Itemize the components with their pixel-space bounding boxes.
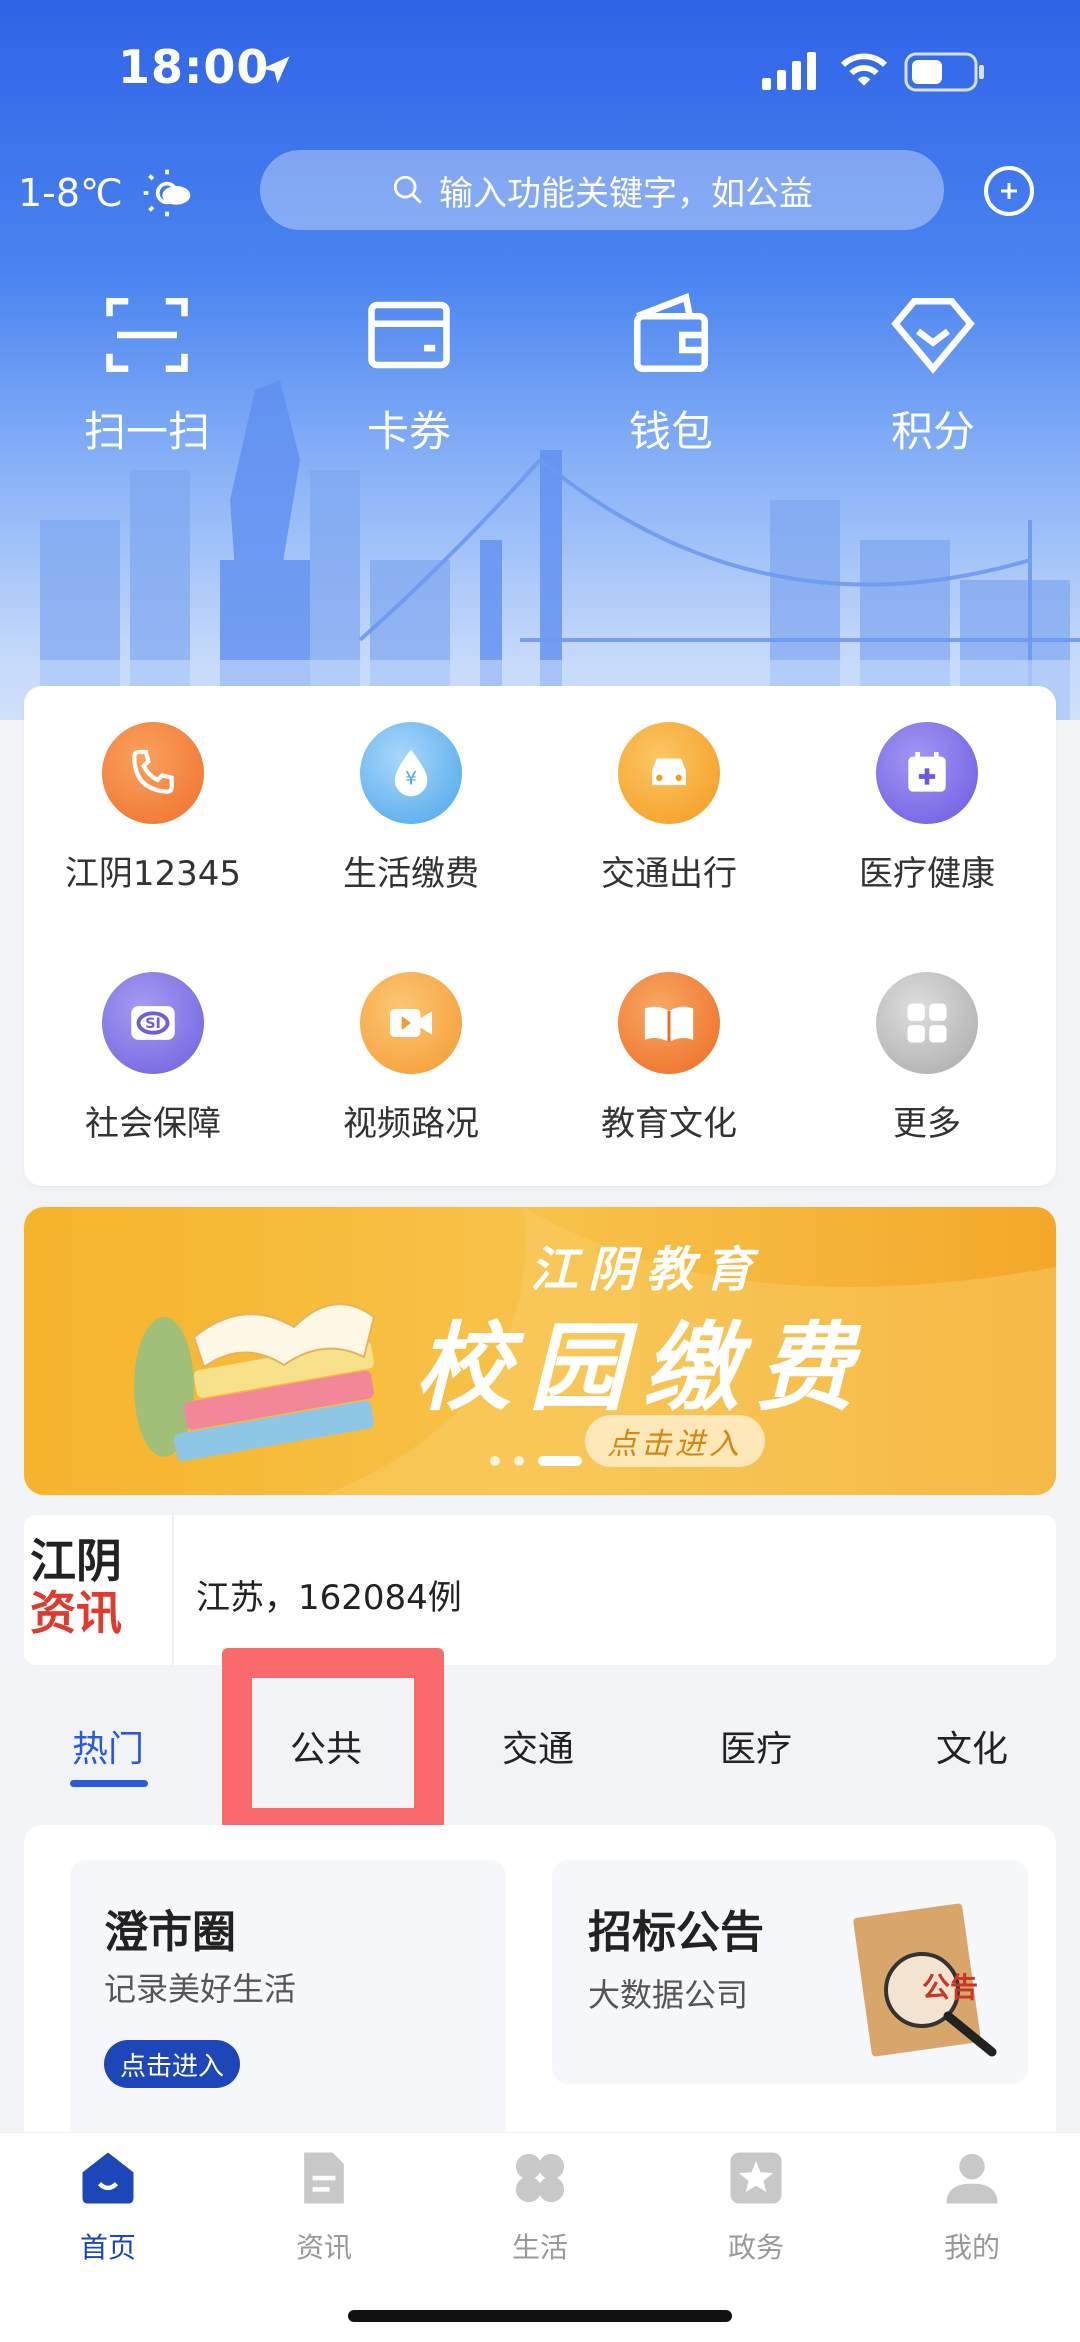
feature-card-chengshiquan[interactable]: 澄市圈 记录美好生活 (70, 1860, 506, 2160)
phone-icon (102, 722, 204, 824)
video-icon (360, 972, 462, 1074)
quick-card[interactable]: 卡券 (309, 290, 509, 459)
tab-active-indicator (70, 1780, 148, 1787)
news-headline[interactable]: 江苏，162084例 (196, 1570, 462, 1619)
book-icon (618, 972, 720, 1074)
wifi-icon (840, 53, 888, 86)
nav-life[interactable]: 生活 (432, 2140, 648, 2266)
scan-icon (106, 297, 188, 373)
notice-stamp-text: 公告 (922, 1971, 979, 2004)
highlight-box (222, 1648, 444, 1838)
star-badge-icon (730, 2152, 782, 2204)
service-label: 教育文化 (601, 1104, 737, 1144)
location-arrow-icon (262, 56, 290, 84)
document-icon (304, 2152, 344, 2204)
plus-icon (1001, 183, 1017, 199)
tab-hot[interactable]: 热门 (72, 1720, 144, 1772)
banner-title: 校园缴费 (415, 1312, 871, 1424)
tab-culture[interactable]: 文化 (936, 1720, 1008, 1772)
service-more[interactable]: 更多 (798, 936, 1056, 1186)
grid-icon (876, 972, 978, 1074)
feature-enter-button[interactable]: 点击进入 (104, 2040, 240, 2088)
feature-subtitle: 大数据公司 (588, 1976, 749, 2014)
nav-label: 生活 (511, 2231, 568, 2264)
water-drop-icon: ¥ (360, 722, 462, 824)
service-label: 社会保障 (85, 1104, 221, 1144)
service-label: 更多 (893, 1104, 961, 1144)
nav-mine[interactable]: 我的 (864, 2140, 1080, 2266)
service-medical[interactable]: 医疗健康 (798, 686, 1056, 936)
category-tabs: 热门 公共 交通 医疗 文化 (0, 1700, 1080, 1790)
feature-title: 澄市圈 (104, 1907, 236, 1958)
feature-title: 招标公告 (588, 1907, 764, 1958)
weather[interactable]: 1-8℃ (18, 165, 195, 221)
service-traffic[interactable]: 交通出行 (540, 686, 798, 936)
news-logo-line1: 江阴 (30, 1534, 122, 1588)
news-logo-line2: 资讯 (30, 1586, 122, 1640)
svg-text:¥: ¥ (405, 769, 417, 790)
service-label: 视频路况 (343, 1104, 479, 1144)
service-12345[interactable]: 江阴12345 (24, 686, 282, 936)
service-label: 医疗健康 (859, 854, 995, 894)
nav-label: 我的 (943, 2231, 1000, 2264)
signal-icon (762, 52, 816, 90)
page-dot (514, 1456, 524, 1466)
news-logo: 江阴 资讯 (30, 1535, 150, 1645)
feature-subtitle: 记录美好生活 (104, 1970, 297, 2008)
banner-enter-button[interactable]: 点击进入 (585, 1415, 765, 1467)
calendar-plus-icon (876, 722, 978, 824)
nav-home[interactable]: 首页 (0, 2140, 216, 2266)
quick-points[interactable]: 积分 (833, 290, 1033, 459)
nav-news[interactable]: 资讯 (216, 2140, 432, 2266)
quick-points-label: 积分 (890, 407, 975, 456)
battery-icon (904, 52, 984, 92)
search-input[interactable]: 输入功能关键字，如公益 (260, 150, 944, 230)
news-ticker[interactable] (24, 1515, 1056, 1665)
nav-label: 政务 (727, 2231, 784, 2264)
add-button[interactable] (984, 166, 1034, 216)
quick-card-label: 卡券 (366, 407, 451, 456)
feature-card-tender-notice[interactable]: 招标公告 大数据公司 公告 (552, 1860, 1028, 2084)
nav-government[interactable]: 政务 (648, 2140, 864, 2266)
tab-traffic[interactable]: 交通 (502, 1720, 574, 1772)
page-dot-active (538, 1456, 582, 1466)
quick-scan[interactable]: 扫一扫 (47, 290, 247, 459)
social-security-icon: SI (102, 972, 204, 1074)
sun-cloud-icon (143, 169, 191, 217)
status-time: 18:00 (118, 40, 270, 94)
weather-temp: 1-8℃ (18, 171, 123, 215)
wallet-icon (633, 293, 709, 373)
service-label: 交通出行 (601, 854, 737, 894)
user-icon (946, 2153, 998, 2204)
car-icon (618, 722, 720, 824)
home-indicator (348, 2310, 732, 2322)
home-icon (82, 2152, 134, 2204)
nav-label: 首页 (79, 2231, 136, 2264)
quick-wallet[interactable]: 钱包 (571, 290, 771, 459)
quick-actions: 扫一扫 卡券 钱包 积分 (0, 290, 1080, 459)
service-video-traffic[interactable]: 视频路况 (282, 936, 540, 1186)
service-label: 江阴12345 (64, 854, 242, 894)
clover-icon (515, 2153, 565, 2203)
nav-label: 资讯 (295, 2231, 352, 2264)
svg-text:SI: SI (145, 1016, 161, 1032)
quick-wallet-label: 钱包 (628, 407, 713, 456)
service-social-security[interactable]: SI 社会保障 (24, 936, 282, 1186)
search-icon (393, 175, 422, 204)
quick-scan-label: 扫一扫 (83, 407, 210, 456)
page-dot (490, 1456, 500, 1466)
service-grid: 江阴12345 ¥ 生活缴费 交通出行 医疗健康 SI 社会保障 视频路况 教育 (24, 686, 1056, 1186)
card-icon (368, 301, 450, 369)
search-placeholder: 输入功能关键字，如公益 (439, 173, 813, 214)
service-label: 生活缴费 (343, 854, 479, 894)
service-life-payment[interactable]: ¥ 生活缴费 (282, 686, 540, 936)
tab-medical[interactable]: 医疗 (720, 1720, 792, 1772)
banner-pagination (490, 1456, 582, 1466)
service-education[interactable]: 教育文化 (540, 936, 798, 1186)
diamond-icon (891, 297, 975, 374)
divider (172, 1515, 174, 1665)
